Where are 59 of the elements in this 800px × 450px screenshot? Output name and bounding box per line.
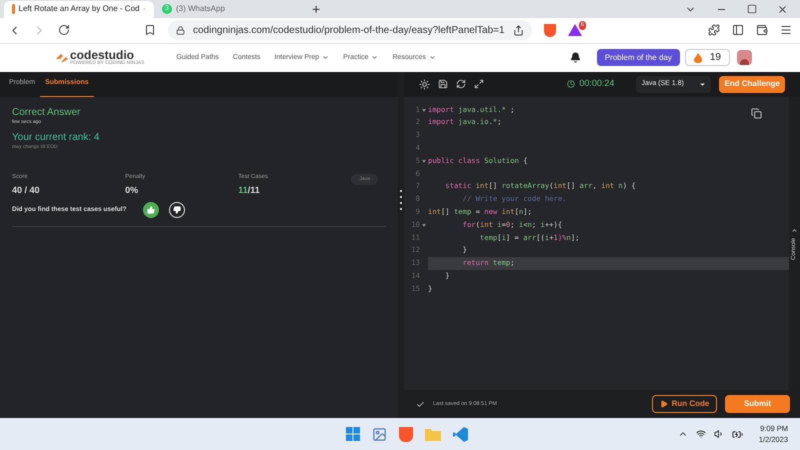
theme-icon[interactable] (419, 78, 430, 90)
logo-icon (56, 52, 68, 63)
bookmark-icon[interactable] (144, 24, 156, 36)
wallet-icon[interactable] (756, 24, 768, 36)
close-icon[interactable] (777, 4, 788, 15)
url-text: codingninjas.com/codestudio/problem-of-the-day/easy?leftPanelTab=1 (193, 24, 505, 38)
site-favicon-icon (12, 4, 15, 14)
thumbs-up-button[interactable] (142, 202, 158, 218)
browser-tab[interactable]: Left Rotate an Array by One - Cod (4, 0, 154, 18)
copy-icon[interactable] (751, 108, 762, 119)
flame-icon (694, 52, 702, 63)
timer: 00:00:24 (567, 77, 614, 91)
battery-icon[interactable] (732, 428, 743, 440)
windows-icon[interactable] (346, 427, 360, 442)
caret-icon (371, 54, 378, 62)
result-title: Correct Answer (12, 106, 82, 119)
thumbs-down-button[interactable] (168, 202, 184, 218)
sidebar-icon[interactable] (732, 24, 744, 36)
avatar-icon[interactable] (737, 50, 752, 66)
caret-icon (428, 54, 436, 62)
fullscreen-icon[interactable] (474, 79, 484, 90)
volume-icon[interactable] (714, 429, 724, 440)
triangle-icon[interactable] (568, 24, 582, 36)
stat-value: 40 / 40 (12, 184, 41, 197)
photos-icon[interactable] (372, 426, 388, 442)
reload-icon[interactable] (58, 24, 70, 36)
fold-icon[interactable] (422, 224, 426, 227)
drag-handle-icon[interactable] (400, 190, 402, 210)
rank-text: Your current rank: 4 (12, 132, 100, 144)
play-icon (660, 400, 668, 408)
code-editor-icon[interactable] (453, 426, 468, 442)
caret-icon (322, 54, 330, 62)
shield-icon[interactable] (544, 24, 556, 37)
address-field[interactable]: codingninjas.com/codestudio/problem-of-the-day/easy?leftPanelTab=1 (168, 20, 532, 40)
fold-icon[interactable] (422, 160, 426, 163)
logo-text: codestudio (70, 49, 134, 62)
reset-icon[interactable] (456, 79, 466, 90)
share-icon[interactable] (512, 24, 524, 36)
run-code-button[interactable]: Run Code (652, 395, 717, 414)
fold-icon[interactable] (422, 108, 426, 112)
streak-count: 19 (710, 51, 721, 66)
save-icon[interactable] (438, 79, 448, 90)
lock-icon (176, 26, 185, 35)
problem-of-the-day-button[interactable]: Problem of the day (596, 49, 680, 66)
caret-icon (699, 80, 706, 88)
streak-counter[interactable]: 19 (684, 49, 730, 66)
check-icon (416, 400, 425, 409)
menu-icon[interactable] (780, 24, 792, 36)
new-tab-button[interactable]: + (312, 2, 320, 16)
stat-value: 11/11 (238, 184, 261, 197)
thumbs-down-icon (172, 206, 180, 214)
bell-icon[interactable] (570, 52, 581, 64)
restore-icon[interactable] (747, 4, 757, 14)
browser-taskbar-icon[interactable] (399, 426, 414, 442)
clock-icon (567, 80, 576, 88)
expand-icon[interactable] (791, 226, 798, 234)
thumbs-up-icon (146, 206, 154, 214)
extensions-icon[interactable] (708, 24, 720, 36)
stat-value: 0% (125, 184, 140, 197)
